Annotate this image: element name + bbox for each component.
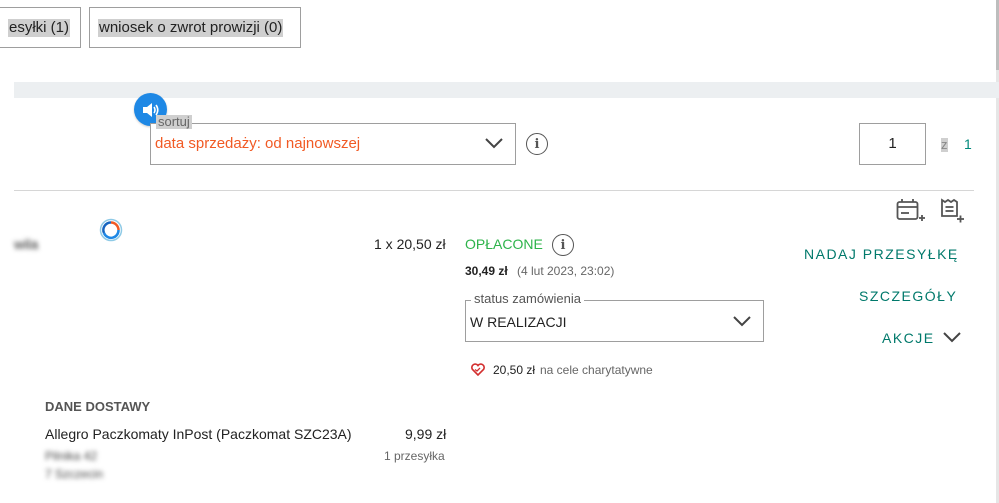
shipment-count: 1 przesyłka: [384, 449, 445, 463]
page-number-input[interactable]: 1: [859, 123, 926, 165]
order-status-label: status zamówienia: [471, 292, 584, 306]
chevron-down-icon[interactable]: [732, 314, 752, 328]
add-receipt-icon[interactable]: [938, 198, 968, 226]
item-quantity-price: 1 x 20,50 zł: [374, 236, 446, 252]
tab-commission-refund[interactable]: wniosek o zwrot prowizji (0): [89, 7, 301, 48]
page-of-label: z: [941, 138, 948, 152]
info-icon[interactable]: i: [552, 234, 574, 256]
charity-amount: 20,50 zł: [493, 363, 536, 377]
refresh-ring-icon: [99, 218, 123, 242]
info-icon[interactable]: i: [526, 133, 548, 155]
divider: [14, 190, 974, 191]
section-band: [14, 82, 999, 98]
add-invoice-icon[interactable]: [896, 198, 926, 226]
chevron-down-icon[interactable]: [942, 330, 962, 344]
send-shipment-link[interactable]: NADAJ PRZESYŁKĘ: [804, 246, 959, 262]
sort-value: data sprzedaży: od najnowszej: [155, 135, 361, 152]
delivery-method: Allegro Paczkomaty InPost (Paczkomat SZC…: [45, 426, 352, 442]
tab-commission-refund-label: wniosek o zwrot prowizji (0): [98, 18, 284, 37]
order-status-value: W REALIZACJI: [470, 314, 567, 330]
delivery-heading: DANE DOSTAWY: [45, 399, 151, 414]
payment-status: OPŁACONE: [465, 236, 543, 252]
details-link[interactable]: SZCZEGÓŁY: [859, 288, 957, 304]
chevron-down-icon[interactable]: [484, 136, 504, 150]
sort-label: sortuj: [156, 114, 192, 129]
delivery-price: 9,99 zł: [405, 426, 447, 442]
heart-icon: [471, 363, 485, 376]
paid-amount: 30,49 zł: [465, 264, 508, 278]
item-name[interactable]: wila: [14, 236, 38, 252]
address-street: Pilnika 42: [45, 449, 98, 463]
charity-text: na cele charytatywne: [540, 363, 653, 377]
tab-shipments[interactable]: esyłki (1): [0, 7, 81, 48]
page-total-link[interactable]: 1: [964, 136, 972, 152]
tab-shipments-label: esyłki (1): [7, 18, 70, 37]
address-city: 7 Szczecin: [45, 467, 104, 481]
actions-menu[interactable]: AKCJE: [882, 330, 935, 346]
paid-date: (4 lut 2023, 23:02): [517, 264, 615, 278]
